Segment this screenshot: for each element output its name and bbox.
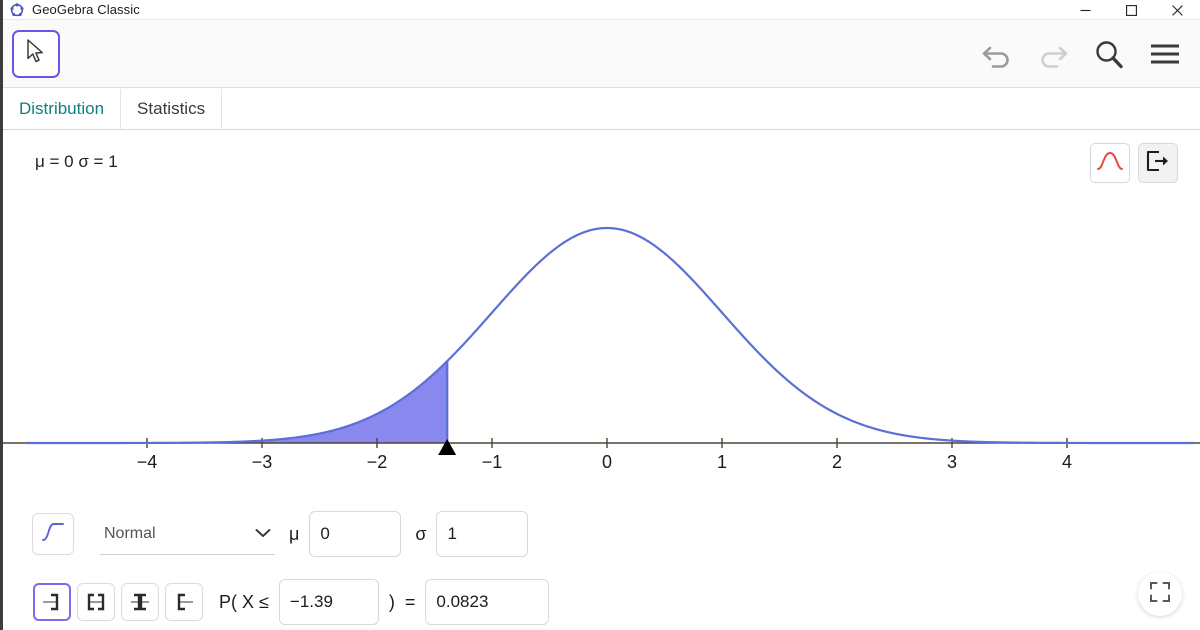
probability-prefix-label: P( X ≤ <box>219 591 269 612</box>
tabs-filler <box>222 89 1200 129</box>
x-axis-tick-label: 3 <box>947 452 957 472</box>
export-button[interactable] <box>1138 143 1178 183</box>
toolbar-actions <box>976 20 1186 88</box>
distribution-controls-row: Normal μ 0 σ 1 <box>3 502 1200 566</box>
title-bar: GeoGebra Classic <box>3 0 1200 20</box>
export-arrow-icon <box>1146 150 1170 177</box>
left-tail-interval-button[interactable] <box>33 583 71 621</box>
panel-tabs: Distribution Statistics <box>3 89 1200 130</box>
probability-suffix-label: ) <box>388 591 395 612</box>
chart-svg: −4 −3 −2 −1 0 1 2 3 4 <box>3 226 1200 472</box>
between-interval-button[interactable] <box>77 583 115 621</box>
left-tail-interval-icon <box>43 593 59 611</box>
distribution-chart[interactable]: −4 −3 −2 −1 0 1 2 3 4 <box>3 196 1200 496</box>
x-axis-tick-label: −1 <box>482 452 503 472</box>
distribution-panel-header: μ = 0 σ = 1 <box>3 130 1200 200</box>
cumulative-s-curve-icon <box>40 520 66 549</box>
equals-label: = <box>404 591 416 612</box>
between-interval-icon <box>87 593 105 611</box>
tab-statistics-label: Statistics <box>137 99 206 118</box>
mu-label: μ <box>289 523 300 544</box>
cumulative-toggle-button[interactable] <box>32 513 74 555</box>
close-icon[interactable] <box>1154 0 1200 20</box>
window-controls <box>1062 0 1200 20</box>
tab-statistics[interactable]: Statistics <box>121 89 223 129</box>
geogebra-window: GeoGebra Classic Distribution Statistics… <box>0 0 1200 630</box>
mu-input-value: 0 <box>320 524 330 543</box>
maximize-icon[interactable] <box>1108 0 1154 20</box>
x-axis-tick-label: 4 <box>1062 452 1072 472</box>
tab-distribution-label: Distribution <box>19 99 105 118</box>
x-axis-tick-label: 2 <box>832 452 842 472</box>
geogebra-logo-icon <box>10 2 24 17</box>
shaded-probability-region <box>26 361 448 443</box>
x-value-input[interactable]: −1.39 <box>278 579 379 625</box>
x-axis-tick-label: −3 <box>252 452 273 472</box>
sigma-input-value: 1 <box>447 524 457 543</box>
x-axis-tick-label: −2 <box>367 452 388 472</box>
fullscreen-button[interactable] <box>1138 572 1182 616</box>
redo-icon[interactable] <box>1032 33 1074 75</box>
x-axis-tick-label: −4 <box>137 452 158 472</box>
minimize-icon[interactable] <box>1062 0 1108 20</box>
move-tool-button[interactable] <box>12 29 60 78</box>
right-tail-interval-button[interactable] <box>165 583 203 621</box>
tab-distribution[interactable]: Distribution <box>3 89 122 129</box>
search-icon[interactable] <box>1088 33 1130 75</box>
normal-curve-icon <box>1097 150 1123 177</box>
parameters-label: μ = 0 σ = 1 <box>35 152 118 171</box>
chevron-down-icon <box>255 525 271 543</box>
right-tail-interval-icon <box>177 593 193 611</box>
window-title: GeoGebra Classic <box>32 2 140 17</box>
x-axis-tick-label: 1 <box>717 452 727 472</box>
sigma-input[interactable]: 1 <box>436 511 529 557</box>
normal-curve-button[interactable] <box>1090 143 1130 183</box>
probability-result-input[interactable]: 0.0823 <box>425 579 550 625</box>
x-axis-tick-label: 0 <box>602 452 612 472</box>
distribution-select-value: Normal <box>104 524 156 542</box>
fullscreen-expand-icon <box>1150 581 1170 607</box>
two-tail-interval-icon <box>131 593 149 611</box>
sigma-label: σ <box>415 523 427 544</box>
probability-controls-row: P( X ≤ −1.39 ) = 0.0823 <box>3 574 1200 630</box>
two-tail-interval-button[interactable] <box>121 583 159 621</box>
mu-input[interactable]: 0 <box>309 511 402 557</box>
probability-result-value: 0.0823 <box>436 592 489 611</box>
cursor-arrow-icon <box>25 38 47 69</box>
panel-header-buttons <box>1090 143 1178 183</box>
distribution-select[interactable]: Normal <box>100 513 275 555</box>
normal-pdf-curve <box>26 226 1194 445</box>
undo-icon[interactable] <box>976 33 1018 75</box>
hamburger-menu-icon[interactable] <box>1144 33 1186 75</box>
x-value-input-value: −1.39 <box>289 592 333 611</box>
app-toolbar <box>3 20 1200 88</box>
